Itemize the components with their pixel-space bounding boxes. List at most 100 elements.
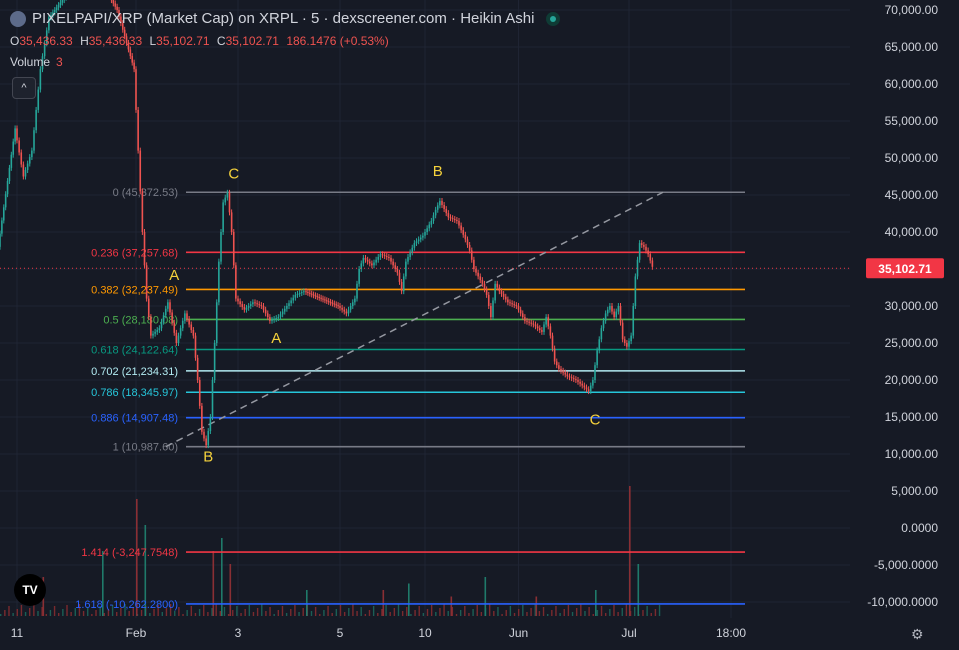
candle-body — [615, 311, 618, 318]
candle-body — [441, 200, 443, 205]
candle-body — [298, 293, 301, 295]
candle-body — [494, 283, 496, 301]
candle-body — [581, 383, 584, 386]
volume-bar — [501, 614, 503, 616]
candle-body — [458, 220, 460, 226]
candle-body — [347, 309, 350, 314]
volume-bar — [62, 609, 64, 616]
candle-body — [362, 257, 365, 264]
candle-body — [562, 370, 564, 373]
volume-bar — [633, 607, 636, 616]
volume-bar — [488, 604, 491, 616]
volume-bar — [551, 610, 553, 616]
y-axis-tick-label: 55,000.00 — [885, 114, 939, 128]
candle-body — [131, 56, 134, 63]
candle-body — [490, 306, 492, 318]
volume-label: Volume — [10, 55, 51, 69]
chart-canvas[interactable]: 0 (45,372.53) 0.236 (37,257.68) 0.382 (32,… — [0, 0, 959, 650]
candle-body — [179, 328, 182, 336]
candle-body — [400, 281, 403, 292]
candle-body — [264, 309, 267, 314]
volume-bar — [33, 604, 35, 616]
x-axis-tick-label: Jul — [621, 626, 636, 640]
candle-body — [145, 265, 148, 299]
candle-body — [492, 300, 494, 318]
volume-bar — [29, 608, 31, 616]
volume-bar — [364, 614, 367, 616]
volume-bar — [613, 605, 615, 616]
candle-body — [477, 272, 479, 277]
y-axis-tick-label: 40,000.00 — [885, 225, 939, 239]
y-axis-tick-label: 30,000.00 — [885, 299, 939, 313]
volume-bar — [567, 605, 570, 616]
candle-body — [526, 320, 528, 322]
volume-bar — [476, 605, 478, 616]
candle-body — [249, 304, 252, 306]
close-value: 35,102.71 — [225, 34, 279, 48]
candle-body — [349, 306, 352, 310]
candle-body — [186, 313, 188, 319]
chart-title: PIXELPAPI/XRP (Market Cap) on XRPL · 5 ·… — [32, 10, 535, 27]
wave-label: C — [228, 166, 239, 183]
gear-icon[interactable]: ⚙ — [911, 626, 924, 643]
candle-body — [604, 313, 607, 321]
x-axis-tick-label: 18:00 — [716, 626, 746, 640]
candle-body — [177, 335, 180, 343]
candle-body — [449, 217, 452, 219]
candle-body — [596, 350, 598, 366]
candle-body — [428, 224, 431, 229]
volume-bar — [555, 606, 557, 616]
candle-body — [312, 294, 315, 296]
volume-legend: Volume 3 — [10, 55, 63, 69]
collapse-legend-button[interactable]: ^ — [12, 77, 36, 99]
candle-body — [31, 150, 33, 158]
candle-body — [538, 328, 541, 331]
volume-bar — [215, 604, 217, 616]
volume-bar — [604, 613, 607, 616]
volume-bar — [559, 613, 561, 616]
volume-bar — [658, 605, 661, 616]
candle-body — [167, 302, 169, 309]
volume-bar — [306, 590, 308, 616]
candle-body — [20, 152, 23, 165]
candle-body — [502, 293, 505, 297]
volume-bar — [542, 607, 545, 616]
volume-bar — [261, 604, 263, 616]
volume-bar — [455, 614, 458, 616]
candle-body — [543, 324, 545, 332]
candle-body — [632, 306, 635, 336]
candle-body — [181, 320, 184, 329]
volume-bar — [8, 606, 10, 616]
candle-body — [475, 269, 477, 273]
volume-bar — [414, 610, 416, 616]
volume-bar — [654, 609, 657, 616]
candle-body — [619, 306, 622, 323]
candle-body — [617, 306, 620, 312]
volume-bar — [58, 613, 60, 616]
candle-body — [600, 328, 603, 340]
candle-body — [517, 306, 520, 310]
candle-body — [515, 305, 518, 307]
candle-body — [417, 239, 420, 242]
volume-bar — [439, 608, 441, 616]
candle-body — [198, 380, 201, 406]
candle-body — [290, 300, 292, 304]
candle-body — [623, 339, 626, 343]
volume-bar — [621, 608, 623, 616]
candle-body — [192, 330, 195, 336]
volume-bar — [229, 564, 232, 616]
volume-bar — [450, 596, 453, 616]
candle-body — [275, 318, 278, 320]
candle-body — [379, 254, 382, 257]
candle-body — [209, 417, 212, 432]
candle-body — [114, 3, 117, 7]
tradingview-logo[interactable]: TV — [14, 574, 46, 606]
candle-body — [324, 299, 326, 301]
volume-bar — [273, 614, 275, 616]
candle-body — [413, 243, 416, 248]
y-axis-tick-label: 0.0000 — [901, 521, 938, 535]
volume-bar — [368, 610, 371, 616]
volume-bar — [190, 606, 193, 616]
volume-bar — [642, 610, 644, 616]
candle-body — [173, 322, 176, 333]
